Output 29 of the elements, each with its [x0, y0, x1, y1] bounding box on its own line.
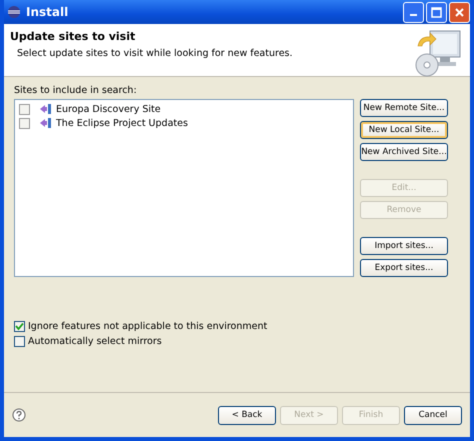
site-icon — [40, 117, 52, 129]
side-button[interactable]: Export sites... — [360, 259, 448, 277]
option-label[interactable]: Automatically select mirrors — [28, 336, 162, 347]
window-title: Install — [26, 5, 68, 19]
side-button[interactable]: Import sites... — [360, 237, 448, 255]
app-icon — [7, 5, 21, 19]
checkbox[interactable] — [19, 104, 30, 114]
minimize-icon — [410, 14, 417, 16]
side-button[interactable]: New Local Site... — [360, 121, 448, 139]
checkbox[interactable] — [19, 118, 30, 128]
wizard-button[interactable]: Cancel — [404, 406, 462, 424]
side-button[interactable]: New Archived Site... — [360, 143, 448, 161]
minimize-button[interactable] — [403, 2, 424, 22]
site-name[interactable]: Europa Discovery Site — [56, 104, 161, 114]
option-label[interactable]: Ignore features not applicable to this environment — [28, 321, 268, 332]
page-description: Select update sites to visit while looking for new features. — [16, 48, 294, 59]
site-name[interactable]: The Eclipse Project Updates — [56, 118, 188, 128]
maximize-button[interactable] — [426, 2, 447, 22]
maximize-icon — [431, 6, 442, 18]
site-icon — [40, 103, 52, 115]
sites-label: Sites to include in search: — [14, 85, 138, 96]
help-icon[interactable] — [12, 408, 26, 422]
page-title: Update sites to visit — [10, 30, 136, 43]
side-button[interactable]: New Remote Site... — [360, 99, 448, 117]
checkbox[interactable] — [14, 321, 25, 332]
close-button[interactable] — [449, 2, 470, 22]
checkbox[interactable] — [14, 336, 25, 347]
close-icon — [454, 6, 465, 18]
wizard-button[interactable]: < Back — [218, 406, 276, 424]
